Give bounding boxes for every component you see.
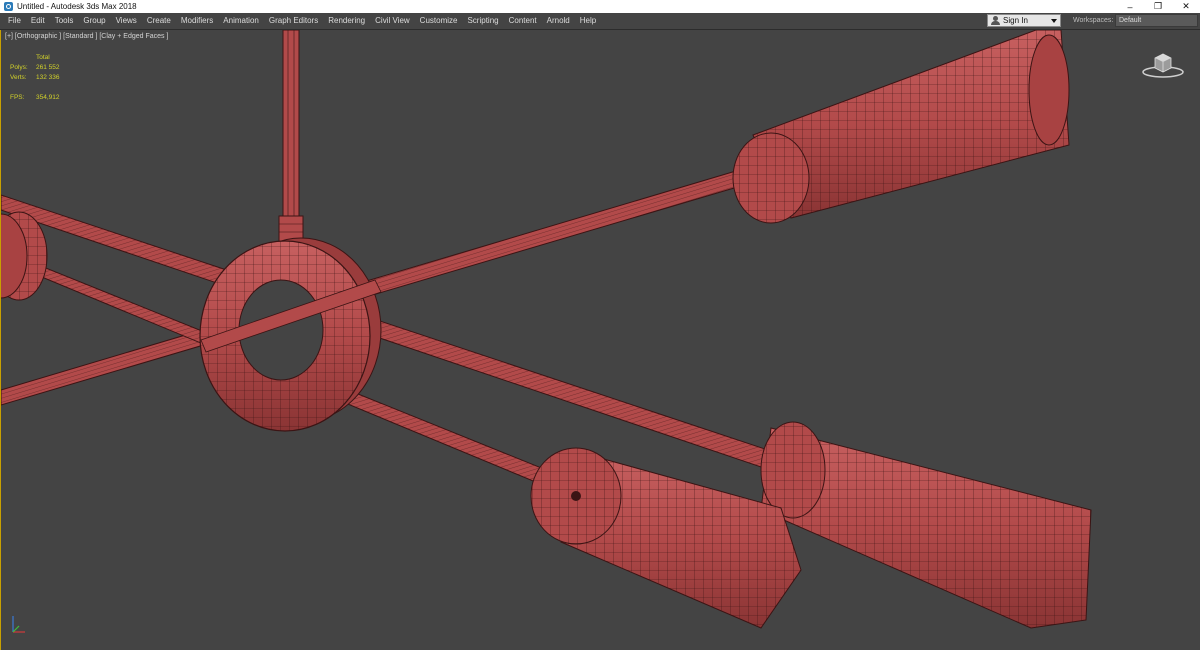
left-lamp[interactable] <box>1 211 48 301</box>
menu-tools[interactable]: Tools <box>50 13 79 29</box>
viewcube-icon[interactable] <box>1141 50 1185 80</box>
menu-edit[interactable]: Edit <box>26 13 50 29</box>
chevron-down-icon <box>1051 18 1057 23</box>
menu-bar: File Edit Tools Group Views Create Modif… <box>0 13 1200 30</box>
statistics-overlay: Total Polys: 261 552 Verts: 132 336 FPS: 35… <box>10 53 60 103</box>
menu-graph-editors[interactable]: Graph Editors <box>264 13 323 29</box>
scene-view[interactable] <box>1 30 1200 650</box>
menu-scripting[interactable]: Scripting <box>462 13 503 29</box>
user-icon <box>991 16 1000 25</box>
app-icon <box>4 2 13 11</box>
rod-left-to-front-right[interactable] <box>1 194 784 473</box>
menu-arnold[interactable]: Arnold <box>542 13 575 29</box>
axis-tripod-icon <box>12 616 25 633</box>
menu-views[interactable]: Views <box>111 13 142 29</box>
menu-civil-view[interactable]: Civil View <box>370 13 415 29</box>
lower-right-lamp[interactable] <box>760 421 1092 629</box>
menu-create[interactable]: Create <box>142 13 176 29</box>
upper-right-lamp[interactable] <box>732 30 1070 224</box>
viewport-label[interactable]: [+] [Orthographic ] [Standard ] [Clay + … <box>5 33 168 40</box>
window-controls: – ❐ ✕ <box>1116 0 1200 13</box>
minimize-icon[interactable]: – <box>1116 0 1144 13</box>
menu-animation[interactable]: Animation <box>218 13 264 29</box>
menu-help[interactable]: Help <box>575 13 601 29</box>
window-title: Untitled - Autodesk 3ds Max 2018 <box>17 2 137 11</box>
restore-icon[interactable]: ❐ <box>1144 0 1172 13</box>
menu-modifiers[interactable]: Modifiers <box>176 13 218 29</box>
menu-group[interactable]: Group <box>78 13 110 29</box>
polys-label: Polys: <box>10 64 28 71</box>
perspective-viewport[interactable]: [+] [Orthographic ] [Standard ] [Clay + … <box>0 30 1200 650</box>
menu-rendering[interactable]: Rendering <box>323 13 370 29</box>
workspaces-label: Workspaces: <box>1073 17 1114 24</box>
vertical-rod[interactable] <box>278 30 304 243</box>
sign-in-label: Sign In <box>1003 16 1028 25</box>
workspaces-select[interactable]: Default <box>1115 14 1198 27</box>
menu-content[interactable]: Content <box>504 13 542 29</box>
stats-header: Total <box>36 54 50 61</box>
title-bar: Untitled - Autodesk 3ds Max 2018 – ❐ ✕ <box>0 0 1200 13</box>
menu-file[interactable]: File <box>0 13 26 29</box>
fps-label: FPS: <box>10 94 25 101</box>
rod-left-to-back-right[interactable] <box>1 164 762 406</box>
polys-value: 261 552 <box>36 64 60 71</box>
fps-value: 354,912 <box>36 94 60 101</box>
menu-customize[interactable]: Customize <box>415 13 463 29</box>
front-lamp[interactable] <box>530 447 802 629</box>
verts-label: Verts: <box>10 74 27 81</box>
close-icon[interactable]: ✕ <box>1172 0 1200 13</box>
sign-in-dropdown[interactable]: Sign In <box>987 14 1061 27</box>
verts-value: 132 336 <box>36 74 60 81</box>
